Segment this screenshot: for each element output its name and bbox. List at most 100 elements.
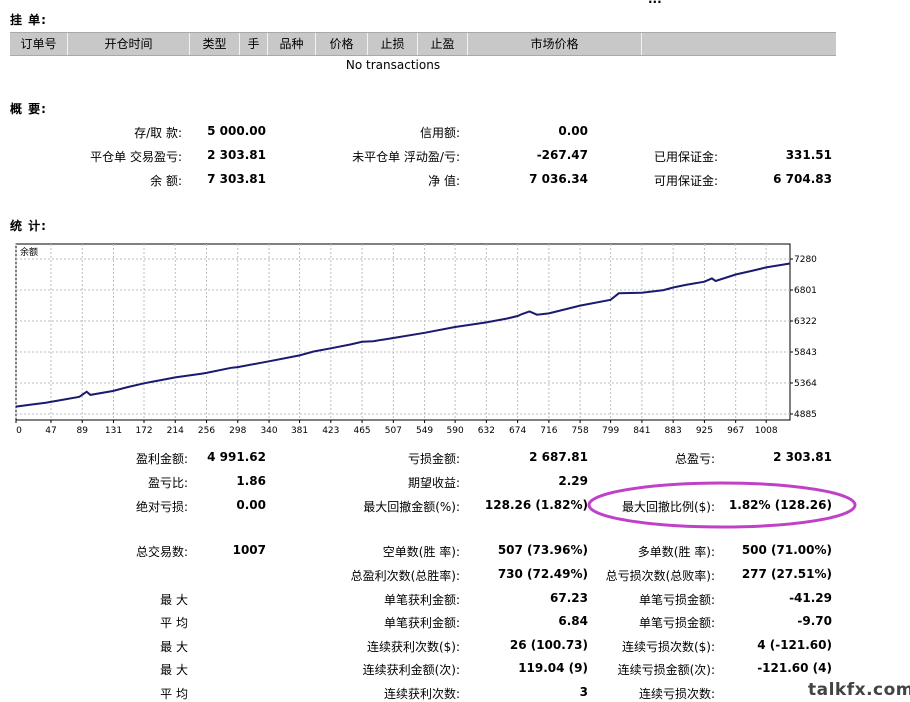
stats-label-1: 盈亏比: xyxy=(147,476,188,490)
stats-value-2: 730 (72.49%) xyxy=(497,567,588,581)
stats-value-3: -121.60 (4) xyxy=(757,661,832,675)
stats-label-3: 连续亏损金额(次): xyxy=(617,663,715,677)
stats-value-2: 507 (73.96%) xyxy=(497,543,588,557)
summary-label-2: 未平仓单 浮动盈/亏: xyxy=(352,150,460,164)
stats-label-3: 多单数(胜 率): xyxy=(637,545,715,559)
stats-label-2: 连续获利金额(次): xyxy=(362,663,460,677)
summary-label-2: 净 值: xyxy=(428,174,460,188)
stats-section-title: 统 计: xyxy=(10,219,47,233)
summary-label-1: 存/取 款: xyxy=(134,126,182,140)
stats-label-2: 亏损金额: xyxy=(407,452,460,466)
stats-value-1: 1007 xyxy=(232,543,266,557)
stats-label-3: 总盈亏: xyxy=(674,452,715,466)
stats-label-3: 连续亏损次数($): xyxy=(621,640,715,654)
chart-x-tick-label: 674 xyxy=(509,426,526,436)
col-market-price: 市场价格 xyxy=(468,33,642,55)
chart-x-tick-label: 131 xyxy=(105,426,122,436)
stats-value-2: 3 xyxy=(579,685,588,699)
chart-x-tick-label: 214 xyxy=(167,426,184,436)
stats-label-2: 最大回撤金额(%): xyxy=(363,500,460,514)
stats-label-2: 连续获利次数: xyxy=(383,687,460,701)
col-symbol: 品种 xyxy=(268,33,316,55)
stats-value-2: 119.04 (9) xyxy=(518,661,588,675)
stats-value-2: 6.84 xyxy=(558,614,588,628)
summary-value-2: 0.00 xyxy=(558,124,588,138)
chart-x-tick-label: 1008 xyxy=(755,426,778,436)
chart-x-tick-label: 47 xyxy=(45,426,56,436)
col-order-id: 订单号 xyxy=(10,33,68,55)
col-type: 类型 xyxy=(190,33,240,55)
col-open-time: 开仓时间 xyxy=(68,33,190,55)
chart-x-tick-label: 967 xyxy=(727,426,744,436)
chart-x-tick-label: 381 xyxy=(291,426,308,436)
stats-label-1: 总交易数: xyxy=(135,545,188,559)
stats-value-1: 1.86 xyxy=(236,474,266,488)
chart-y-tick-label: 5364 xyxy=(794,379,817,389)
watermark-logo: talkfx.com xyxy=(808,680,910,700)
stats-label-2: 空单数(胜 率): xyxy=(382,545,460,559)
chart-x-tick-label: 0 xyxy=(16,426,22,436)
stats-value-2: 128.26 (1.82%) xyxy=(484,498,588,512)
stats-value-3: -9.70 xyxy=(797,614,832,628)
chart-x-tick-label: 716 xyxy=(540,426,557,436)
stats-value-3: 277 (27.51%) xyxy=(741,567,832,581)
col-lots: 手 xyxy=(240,33,268,55)
pending-empty-text: No transactions xyxy=(345,58,441,72)
stats-label-2: 单笔获利金额: xyxy=(383,593,460,607)
summary-label-3: 可用保证金: xyxy=(653,174,718,188)
pending-section-title: 挂 单: xyxy=(10,13,47,27)
pending-table-header: 订单号 开仓时间 类型 手 品种 价格 止损 止盈 市场价格 xyxy=(10,32,836,56)
stats-value-1: 4 991.62 xyxy=(207,450,266,464)
stats-label-1: 平 均 xyxy=(160,687,188,701)
chart-x-tick-label: 799 xyxy=(602,426,619,436)
col-price: 价格 xyxy=(316,33,368,55)
chart-x-tick-label: 632 xyxy=(478,426,495,436)
chart-x-tick-label: 507 xyxy=(385,426,402,436)
balance-chart: 0 47 89 131 172 214 256 298 340 381 423 465 507 549 59… xyxy=(15,243,817,436)
chart-x-ticks: 0 47 89 131 172 214 256 298 340 381 423 465 507 549 59… xyxy=(15,420,778,436)
stats-label-1: 最 大 xyxy=(160,663,188,677)
stats-label-1: 最 大 xyxy=(160,640,188,654)
highlight-ellipse xyxy=(587,481,857,529)
chart-x-tick-label: 423 xyxy=(322,426,339,436)
stats-value-2: 2.29 xyxy=(558,474,588,488)
stats-label-3: 单笔亏损金额: xyxy=(638,593,715,607)
chart-y-tick-label: 7280 xyxy=(794,255,817,265)
summary-value-1: 7 303.81 xyxy=(207,172,266,186)
stats-value-3: 2 303.81 xyxy=(773,450,832,464)
highlight-ellipse-shape xyxy=(587,481,857,529)
chart-x-tick-label: 465 xyxy=(353,426,370,436)
stats-label-1: 最 大 xyxy=(160,593,188,607)
chart-plot-area xyxy=(15,243,791,421)
summary-value-2: 7 036.34 xyxy=(529,172,588,186)
chart-x-tick-label: 172 xyxy=(135,426,152,436)
stats-label-2: 连续获利次数($): xyxy=(366,640,460,654)
stats-value-3: 500 (71.00%) xyxy=(741,543,832,557)
stats-value-3: 4 (-121.60) xyxy=(757,638,832,652)
summary-value-3: 6 704.83 xyxy=(773,172,832,186)
col-stop-loss: 止损 xyxy=(368,33,418,55)
col-empty xyxy=(642,33,836,55)
chart-y-tick-label: 6801 xyxy=(794,286,817,296)
summary-value-1: 5 000.00 xyxy=(207,124,266,138)
summary-section-title: 概 要: xyxy=(10,102,47,116)
stats-value-2: 67.23 xyxy=(550,591,588,605)
stats-label-3: 单笔亏损金额: xyxy=(638,616,715,630)
chart-x-tick-label: 883 xyxy=(665,426,682,436)
chart-x-tick-label: 89 xyxy=(77,426,89,436)
stats-label-2: 单笔获利金额: xyxy=(383,616,460,630)
chart-x-tick-label: 298 xyxy=(229,426,246,436)
chart-y-ticks: 7280 6801 6322 5843 5364 4885 xyxy=(790,255,817,420)
chart-x-tick-label: 549 xyxy=(416,426,433,436)
summary-label-3: 已用保证金: xyxy=(653,150,718,164)
summary-value-2: -267.47 xyxy=(536,148,588,162)
chart-x-tick-label: 256 xyxy=(198,426,215,436)
chart-x-tick-label: 590 xyxy=(447,426,464,436)
stats-value-1: 0.00 xyxy=(236,498,266,512)
stats-value-3: -41.29 xyxy=(789,591,832,605)
chart-x-tick-label: 925 xyxy=(696,426,713,436)
stats-label-2: 期望收益: xyxy=(407,476,460,490)
chart-series-label: 余额 xyxy=(20,246,38,258)
chart-x-tick-label: 340 xyxy=(260,426,277,436)
stats-value-2: 2 687.81 xyxy=(529,450,588,464)
